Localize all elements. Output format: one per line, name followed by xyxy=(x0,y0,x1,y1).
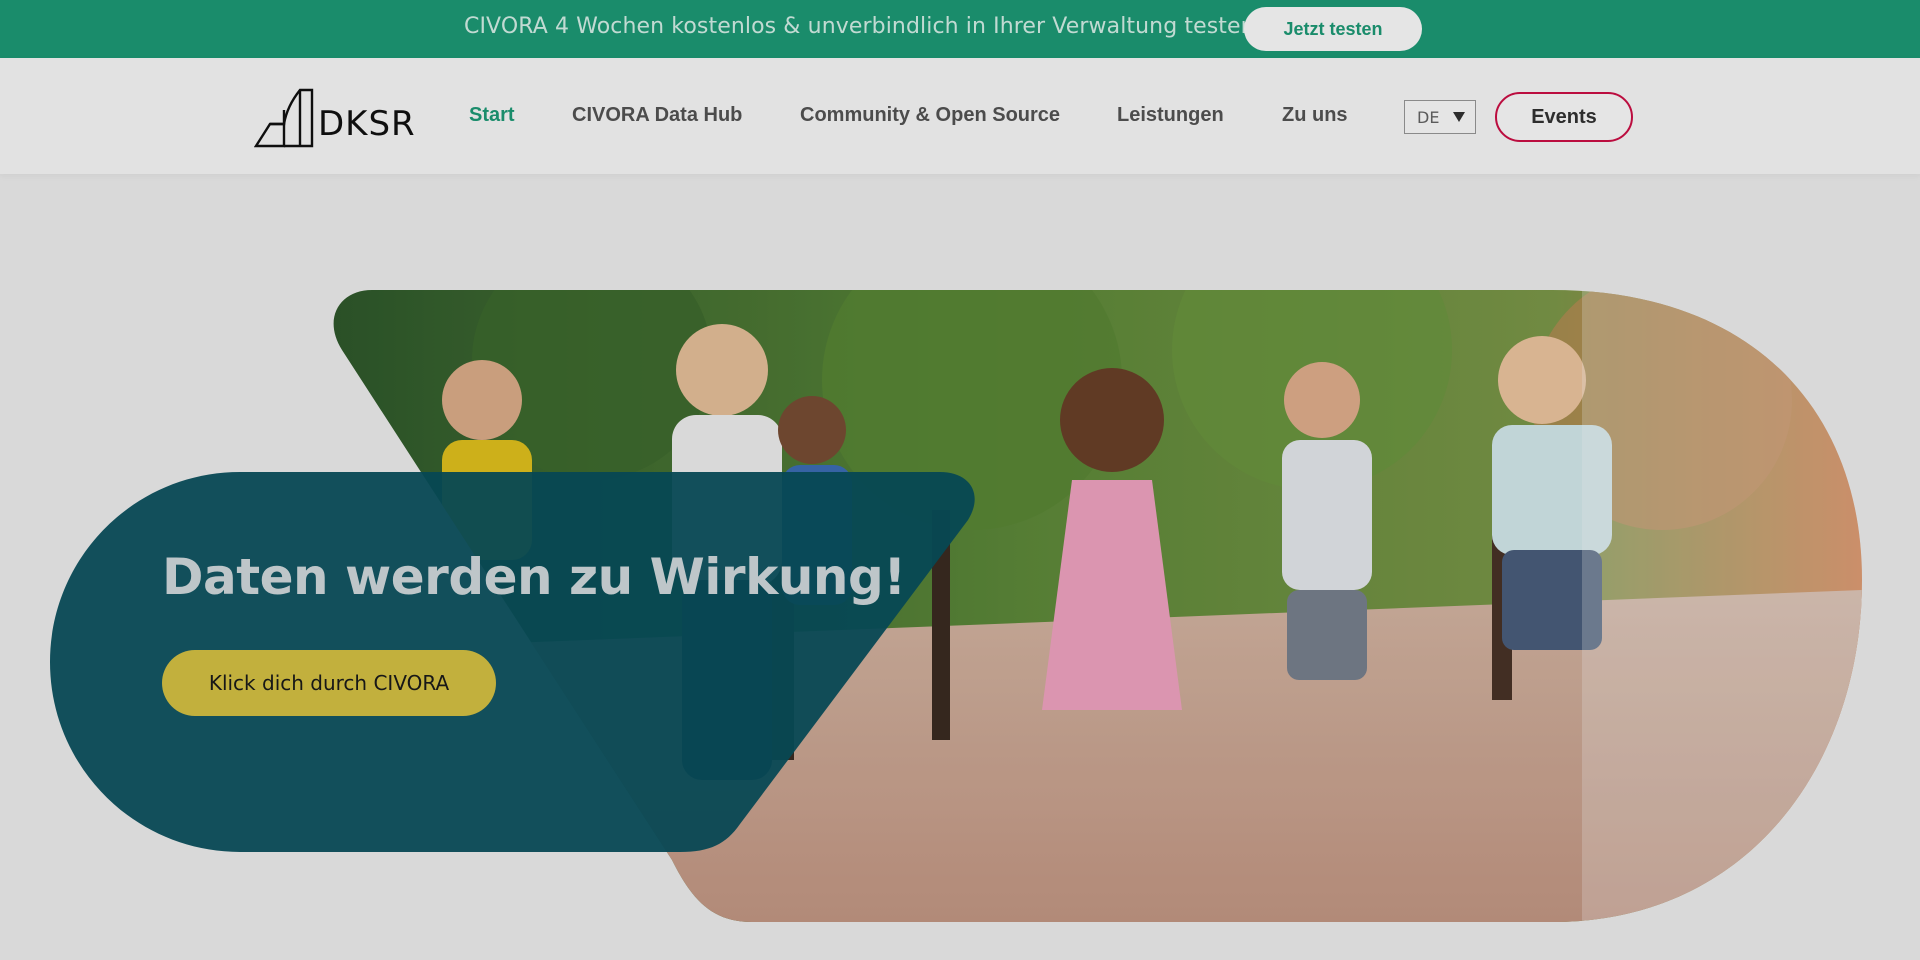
logo-link[interactable]: DKSR xyxy=(254,88,426,148)
caret-down-icon xyxy=(1453,112,1465,122)
civora-cta-button[interactable]: Klick dich durch CIVORA xyxy=(162,650,496,716)
language-value: DE xyxy=(1417,107,1440,127)
nav-civora-data-hub[interactable]: CIVORA Data Hub xyxy=(572,104,742,127)
nav-start[interactable]: Start xyxy=(469,104,515,127)
promo-banner: CIVORA 4 Wochen kostenlos & unverbindlic… xyxy=(0,0,1920,58)
nav-zu-uns[interactable]: Zu uns xyxy=(1282,104,1348,127)
hero-title: Daten werden zu Wirkung! xyxy=(162,548,906,606)
logo-text: DKSR xyxy=(318,104,416,144)
language-select[interactable]: DE xyxy=(1404,100,1476,134)
nav-leistungen[interactable]: Leistungen xyxy=(1117,104,1224,127)
events-button[interactable]: Events xyxy=(1495,92,1633,142)
dksr-logo-icon xyxy=(254,88,314,148)
nav-community-open-source[interactable]: Community & Open Source xyxy=(800,104,1060,127)
site-header: DKSR Start CIVORA Data Hub Community & O… xyxy=(0,58,1920,174)
try-now-button[interactable]: Jetzt testen xyxy=(1244,7,1422,51)
promo-text: CIVORA 4 Wochen kostenlos & unverbindlic… xyxy=(464,14,1255,39)
